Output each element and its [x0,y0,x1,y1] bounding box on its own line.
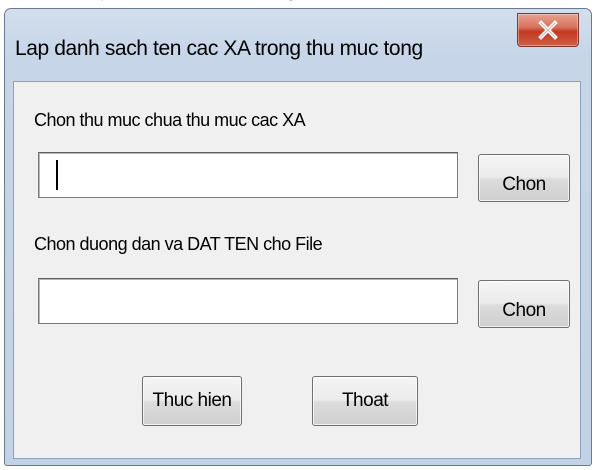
folder-path-input[interactable] [38,152,458,198]
run-button[interactable]: Thuc hien [142,376,242,426]
cropped-background-text [60,0,480,8]
screenshot-canvas: Lap danh sach ten cac XA trong thu muc t… [0,0,597,470]
file-path-input[interactable] [38,278,458,324]
window-title: Lap danh sach ten cac XA trong thu muc t… [15,37,423,60]
close-icon [538,20,558,40]
browse-file-button[interactable]: Chon [478,280,570,328]
browse-folder-button[interactable]: Chon [478,154,570,202]
folder-label: Chon thu muc chua thu muc cac XA [34,110,306,130]
file-label: Chon duong dan va DAT TEN cho File [34,234,323,254]
title-bar[interactable]: Lap danh sach ten cac XA trong thu muc t… [5,9,591,81]
dialog-window: Lap danh sach ten cac XA trong thu muc t… [4,8,592,466]
dialog-content: Chon thu muc chua thu muc cac XA Chon Ch… [13,81,581,459]
close-button[interactable] [517,13,579,47]
text-cursor [56,160,58,190]
exit-button[interactable]: Thoat [312,376,418,426]
